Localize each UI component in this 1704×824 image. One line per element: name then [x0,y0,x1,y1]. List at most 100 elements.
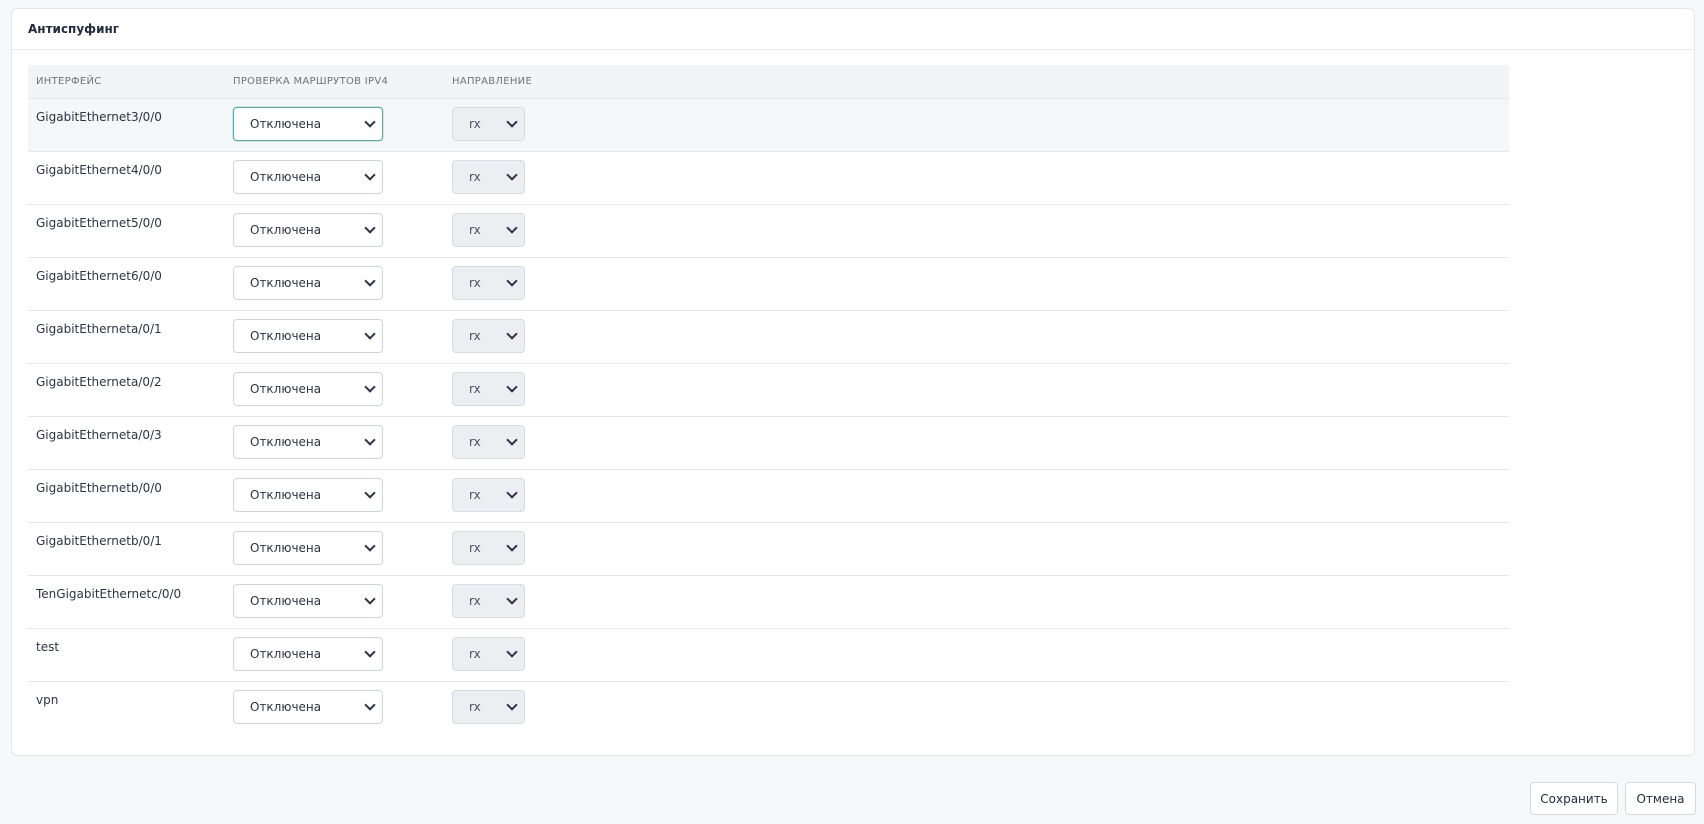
chevron-down-icon [364,116,376,128]
direction-select[interactable]: rx [452,266,525,300]
table-row: TenGigabitEthernetc/0/0 Отключена rx [28,576,1509,629]
table-row: test Отключена rx [28,629,1509,682]
direction-select-value: rx [469,170,481,184]
direction-select-value: rx [469,541,481,555]
table-row: GigabitEthernet5/0/0 Отключена rx [28,205,1509,258]
interface-name: GigabitEthernet4/0/0 [36,163,162,177]
interface-name: GigabitEthernet6/0/0 [36,269,162,283]
table-row: GigabitEtherneta/0/2 Отключена rx [28,364,1509,417]
direction-select[interactable]: rx [452,584,525,618]
chevron-down-icon [506,328,518,340]
save-button[interactable]: Сохранить [1530,782,1618,815]
header-interface: ИНТЕРФЕЙС [36,76,102,87]
check-select[interactable]: Отключена [233,425,383,459]
check-select[interactable]: Отключена [233,690,383,724]
chevron-down-icon [364,699,376,711]
check-select[interactable]: Отключена [233,319,383,353]
table-row: vpn Отключена rx [28,682,1509,735]
check-select-value: Отключена [250,435,322,449]
direction-select-value: rx [469,647,481,661]
check-select-value: Отключена [250,223,322,237]
chevron-down-icon [506,169,518,181]
chevron-down-icon [364,593,376,605]
direction-select-value: rx [469,223,481,237]
check-select[interactable]: Отключена [233,213,383,247]
chevron-down-icon [506,275,518,287]
direction-select-value: rx [469,117,481,131]
chevron-down-icon [506,222,518,234]
chevron-down-icon [506,540,518,552]
direction-select[interactable]: rx [452,690,525,724]
table-row: GigabitEthernet6/0/0 Отключена rx [28,258,1509,311]
check-select[interactable]: Отключена [233,531,383,565]
check-select[interactable]: Отключена [233,266,383,300]
direction-select[interactable]: rx [452,425,525,459]
check-select[interactable]: Отключена [233,637,383,671]
check-select-value: Отключена [250,700,322,714]
chevron-down-icon [506,381,518,393]
chevron-down-icon [364,540,376,552]
check-select-value: Отключена [250,329,322,343]
chevron-down-icon [364,275,376,287]
chevron-down-icon [506,646,518,658]
direction-select[interactable]: rx [452,637,525,671]
chevron-down-icon [506,699,518,711]
check-select-value: Отключена [250,117,322,131]
check-select[interactable]: Отключена [233,478,383,512]
direction-select[interactable]: rx [452,319,525,353]
table-row: GigabitEthernet4/0/0 Отключена rx [28,152,1509,205]
direction-select[interactable]: rx [452,213,525,247]
table-row: GigabitEtherneta/0/1 Отключена rx [28,311,1509,364]
direction-select-value: rx [469,276,481,290]
check-select-value: Отключена [250,647,322,661]
check-select[interactable]: Отключена [233,107,383,141]
direction-select-value: rx [469,700,481,714]
direction-select[interactable]: rx [452,531,525,565]
chevron-down-icon [364,381,376,393]
direction-select[interactable]: rx [452,478,525,512]
direction-select[interactable]: rx [452,160,525,194]
table-row: GigabitEtherneta/0/3 Отключена rx [28,417,1509,470]
interface-name: TenGigabitEthernetc/0/0 [36,587,182,601]
panel-title: Антиспуфинг [28,22,120,36]
chevron-down-icon [364,434,376,446]
direction-select[interactable]: rx [452,107,525,141]
interface-name: GigabitEthernetb/0/0 [36,481,162,495]
interface-name: GigabitEtherneta/0/1 [36,322,162,336]
chevron-down-icon [506,487,518,499]
chevron-down-icon [364,328,376,340]
chevron-down-icon [506,593,518,605]
check-select-value: Отключена [250,170,322,184]
interface-name: vpn [36,693,59,707]
check-select-value: Отключена [250,382,322,396]
check-select[interactable]: Отключена [233,160,383,194]
interface-name: GigabitEtherneta/0/3 [36,428,162,442]
check-select[interactable]: Отключена [233,584,383,618]
chevron-down-icon [506,116,518,128]
direction-select-value: rx [469,488,481,502]
table-header: ИНТЕРФЕЙС ПРОВЕРКА МАРШРУТОВ IPV4 НАПРАВ… [28,65,1509,99]
direction-select-value: rx [469,382,481,396]
header-check: ПРОВЕРКА МАРШРУТОВ IPV4 [233,76,389,87]
antispoofing-table: ИНТЕРФЕЙС ПРОВЕРКА МАРШРУТОВ IPV4 НАПРАВ… [28,65,1509,735]
chevron-down-icon [364,646,376,658]
check-select[interactable]: Отключена [233,372,383,406]
interface-name: test [36,640,60,654]
check-select-value: Отключена [250,276,322,290]
direction-select-value: rx [469,594,481,608]
chevron-down-icon [364,169,376,181]
interface-name: GigabitEtherneta/0/2 [36,375,162,389]
check-select-value: Отключена [250,594,322,608]
table-row: GigabitEthernetb/0/1 Отключена rx [28,523,1509,576]
check-select-value: Отключена [250,541,322,555]
cancel-button[interactable]: Отмена [1625,782,1696,815]
interface-name: GigabitEthernetb/0/1 [36,534,162,548]
direction-select-value: rx [469,435,481,449]
direction-select[interactable]: rx [452,372,525,406]
interface-name: GigabitEthernet3/0/0 [36,110,162,124]
check-select-value: Отключена [250,488,322,502]
table-row: GigabitEthernet3/0/0 Отключена rx [28,99,1509,152]
chevron-down-icon [506,434,518,446]
chevron-down-icon [364,222,376,234]
table-row: GigabitEthernetb/0/0 Отключена rx [28,470,1509,523]
